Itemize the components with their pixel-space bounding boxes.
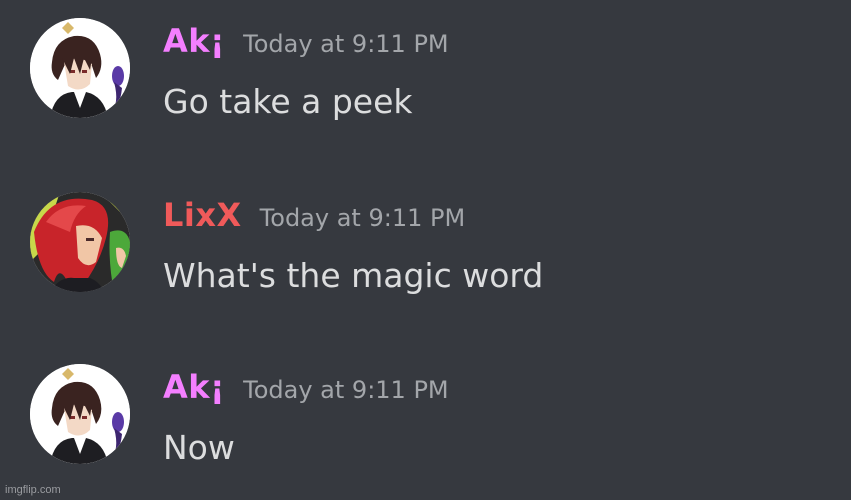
user-avatar[interactable] xyxy=(30,192,130,292)
chat-message: Ak¡ Today at 9:11 PM Now xyxy=(0,364,851,484)
message-header: Ak¡ Today at 9:11 PM xyxy=(163,22,449,60)
username[interactable]: Ak¡ xyxy=(163,22,225,60)
watermark: imgflip.com xyxy=(5,484,61,496)
message-text: What's the magic word xyxy=(163,256,544,295)
message-header: Ak¡ Today at 9:11 PM xyxy=(163,368,449,406)
timestamp: Today at 9:11 PM xyxy=(259,204,466,232)
message-header: LixX Today at 9:11 PM xyxy=(163,196,465,234)
message-text: Go take a peek xyxy=(163,82,413,121)
chat-message: LixX Today at 9:11 PM What's the magic w… xyxy=(0,192,851,312)
username[interactable]: Ak¡ xyxy=(163,368,225,406)
anime-boy-avatar-icon xyxy=(30,364,130,464)
chat-message: Ak¡ Today at 9:11 PM Go take a peek xyxy=(0,18,851,138)
anime-boy-avatar-icon xyxy=(30,18,130,118)
timestamp: Today at 9:11 PM xyxy=(243,30,449,58)
red-hair-anime-avatar-icon xyxy=(30,192,130,292)
user-avatar[interactable] xyxy=(30,364,130,464)
username[interactable]: LixX xyxy=(163,196,242,234)
user-avatar[interactable] xyxy=(30,18,130,118)
timestamp: Today at 9:11 PM xyxy=(243,376,449,404)
message-text: Now xyxy=(163,428,235,467)
